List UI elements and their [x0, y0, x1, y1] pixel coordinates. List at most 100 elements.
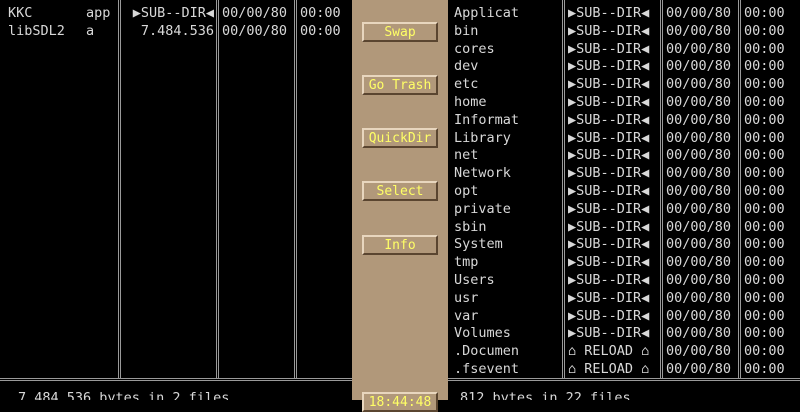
file-row[interactable]: sbin ▶SUB--DIR◀ 00/00/80 00:00	[448, 219, 800, 237]
right-panel-footer: 812 bytes in 22 files	[460, 390, 631, 400]
file-row[interactable]: usr ▶SUB--DIR◀ 00/00/80 00:00	[448, 290, 800, 308]
file-name: bin	[454, 22, 479, 39]
file-date: 00/00/80	[666, 58, 732, 75]
right-file-panel[interactable]: Applicat ▶SUB--DIR◀ 00/00/80 00:00 bin ▶SUB--…	[448, 0, 800, 400]
column-separator	[294, 0, 297, 378]
file-size: 7.484.536	[140, 22, 214, 39]
file-name: Library	[454, 129, 511, 146]
info-button[interactable]: Info	[362, 235, 438, 255]
file-date: 00/00/80	[666, 200, 732, 217]
file-row[interactable]: Applicat ▶SUB--DIR◀ 00/00/80 00:00	[448, 5, 800, 23]
file-row[interactable]: .Documen ⌂ RELOAD ⌂ 00/00/80 00:00	[448, 343, 800, 361]
file-date: 00/00/80	[666, 236, 732, 253]
file-row[interactable]: KKC app ▶SUB--DIR◀ 00/00/80 00:00	[0, 5, 352, 23]
file-name: etc	[454, 76, 479, 93]
file-time: 00:00	[300, 22, 341, 39]
column-separator	[216, 0, 219, 378]
file-row[interactable]: Informat ▶SUB--DIR◀ 00/00/80 00:00	[448, 112, 800, 130]
file-size: ▶SUB--DIR◀	[568, 254, 650, 271]
file-name: home	[454, 94, 487, 110]
file-time: 00:00	[744, 183, 785, 199]
file-row[interactable]: net ▶SUB--DIR◀ 00/00/80 00:00	[448, 147, 800, 165]
file-time: 00:00	[744, 129, 785, 146]
left-panel-footer: 7.484.536 bytes in 2 files	[18, 390, 230, 400]
file-date: 00/00/80	[666, 94, 732, 110]
file-size: ⌂ RELOAD ⌂	[568, 361, 650, 377]
file-date: 00/00/80	[666, 111, 732, 128]
column-separator	[118, 0, 121, 378]
file-row[interactable]: Network ▶SUB--DIR◀ 00/00/80 00:00	[448, 165, 800, 183]
file-size: ▶SUB--DIR◀	[568, 307, 650, 324]
file-date: 00/00/80	[666, 5, 732, 21]
file-row[interactable]: Volumes ▶SUB--DIR◀ 00/00/80 00:00	[448, 325, 800, 343]
file-row[interactable]: tmp ▶SUB--DIR◀ 00/00/80 00:00	[448, 254, 800, 272]
file-name: Applicat	[454, 5, 520, 21]
file-date: 00/00/80	[666, 165, 732, 182]
select-button[interactable]: Select	[362, 181, 438, 201]
file-ext: a	[86, 22, 95, 39]
footer-divider	[0, 378, 352, 381]
file-time: 00:00	[744, 40, 785, 57]
file-row[interactable]: private ▶SUB--DIR◀ 00/00/80 00:00	[448, 201, 800, 219]
file-name: Network	[454, 165, 511, 182]
file-time: 00:00	[744, 22, 785, 39]
file-date: 00/00/80	[666, 272, 732, 288]
file-date: 00/00/80	[666, 218, 732, 235]
left-file-panel[interactable]: KKC app ▶SUB--DIR◀ 00/00/80 00:00 libSDL2 a 7.4…	[0, 0, 352, 400]
file-name: net	[454, 147, 479, 164]
file-row[interactable]: opt ▶SUB--DIR◀ 00/00/80 00:00	[448, 183, 800, 201]
file-time: 00:00	[744, 58, 785, 75]
file-name: .Documen	[454, 343, 520, 360]
file-size: ▶SUB--DIR◀	[568, 218, 650, 235]
file-date: 00/00/80	[666, 40, 732, 57]
file-row[interactable]: var ▶SUB--DIR◀ 00/00/80 00:00	[448, 308, 800, 326]
swap-button[interactable]: Swap	[362, 22, 438, 42]
file-size: ▶SUB--DIR◀	[568, 5, 650, 21]
file-row[interactable]: home ▶SUB--DIR◀ 00/00/80 00:00	[448, 94, 800, 112]
file-row[interactable]: bin ▶SUB--DIR◀ 00/00/80 00:00	[448, 23, 800, 41]
file-time: 00:00	[744, 254, 785, 271]
file-time: 00:00	[744, 165, 785, 182]
file-size: ▶SUB--DIR◀	[568, 325, 650, 342]
file-time: 00:00	[744, 272, 785, 288]
file-time: 00:00	[744, 94, 785, 110]
file-date: 00/00/80	[666, 147, 732, 164]
file-size: ⌂ RELOAD ⌂	[568, 343, 650, 360]
file-name: Volumes	[454, 325, 511, 342]
file-time: 00:00	[744, 343, 785, 360]
file-row[interactable]: etc ▶SUB--DIR◀ 00/00/80 00:00	[448, 76, 800, 94]
file-time: 00:00	[744, 307, 785, 324]
file-row[interactable]: System ▶SUB--DIR◀ 00/00/80 00:00	[448, 236, 800, 254]
clock-display: 18:44:48	[362, 392, 438, 412]
file-size: ▶SUB--DIR◀	[568, 76, 650, 93]
file-time: 00:00	[744, 111, 785, 128]
file-row[interactable]: .fsevent ⌂ RELOAD ⌂ 00/00/80 00:00	[448, 361, 800, 379]
file-row[interactable]: dev ▶SUB--DIR◀ 00/00/80 00:00	[448, 58, 800, 76]
file-date: 00/00/80	[666, 129, 732, 146]
file-name: opt	[454, 183, 479, 199]
file-time: 00:00	[744, 325, 785, 342]
quickdir-button[interactable]: QuickDir	[362, 128, 438, 148]
file-name: libSDL2	[8, 22, 65, 39]
file-time: 00:00	[744, 289, 785, 306]
file-name: Informat	[454, 111, 520, 128]
file-date: 00/00/80	[666, 76, 732, 93]
file-name: System	[454, 236, 503, 253]
file-size: ▶SUB--DIR◀	[568, 236, 650, 253]
file-size: ▶SUB--DIR◀	[568, 147, 650, 164]
file-size: ▶SUB--DIR◀	[568, 200, 650, 217]
file-size: ▶SUB--DIR◀	[568, 40, 650, 57]
file-date: 00/00/80	[222, 5, 288, 21]
file-row[interactable]: Users ▶SUB--DIR◀ 00/00/80 00:00	[448, 272, 800, 290]
file-time: 00:00	[744, 218, 785, 235]
file-date: 00/00/80	[666, 289, 732, 306]
go-trash-button[interactable]: Go Trash	[362, 75, 438, 95]
file-row[interactable]: libSDL2 a 7.484.536 00/00/80 00:00	[0, 23, 352, 41]
file-name: KKC	[8, 5, 33, 21]
file-size: ▶SUB--DIR◀	[568, 94, 650, 110]
file-row[interactable]: Library ▶SUB--DIR◀ 00/00/80 00:00	[448, 130, 800, 148]
file-size: ▶SUB--DIR◀	[568, 22, 650, 39]
file-time: 00:00	[744, 5, 785, 21]
file-row[interactable]: cores ▶SUB--DIR◀ 00/00/80 00:00	[448, 41, 800, 59]
file-name: cores	[454, 40, 495, 57]
